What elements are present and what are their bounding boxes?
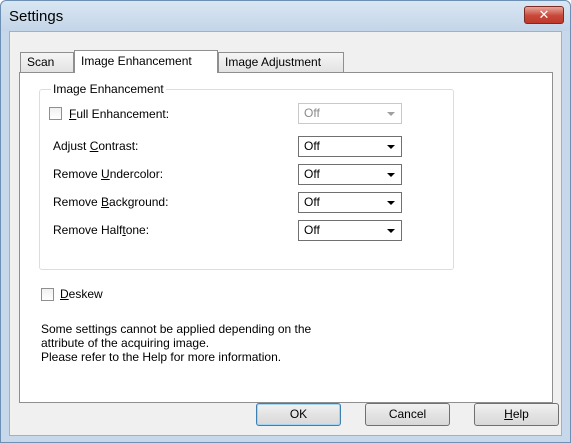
- adjust-contrast-select[interactable]: Off: [298, 136, 402, 157]
- note-line-2: attribute of the acquiring image.: [41, 336, 210, 350]
- help-button[interactable]: Help: [474, 403, 559, 426]
- group-title: Image Enhancement: [51, 82, 166, 96]
- deskew-label: Deskew: [60, 287, 103, 301]
- remove-halftone-value: Off: [304, 223, 320, 237]
- title-bar[interactable]: Settings ✕: [1, 1, 570, 31]
- full-enhancement-checkbox[interactable]: [49, 107, 62, 120]
- dialog-client-area: Scan Image Enhancement Image Adjustment …: [9, 31, 562, 436]
- tab-scan[interactable]: Scan: [20, 52, 74, 72]
- remove-background-value: Off: [304, 195, 320, 209]
- chevron-down-icon: [387, 145, 395, 149]
- chevron-down-icon: [387, 229, 395, 233]
- remove-halftone-select[interactable]: Off: [298, 220, 402, 241]
- full-enhancement-label: Full Enhancement:: [69, 107, 170, 121]
- chevron-down-icon: [387, 201, 395, 205]
- close-button[interactable]: ✕: [524, 6, 564, 24]
- remove-undercolor-label: Remove Undercolor:: [53, 167, 164, 181]
- chevron-down-icon: [387, 112, 395, 116]
- image-enhancement-group: Image Enhancement Full Enhancement: Off …: [39, 82, 454, 270]
- tab-image-enhancement[interactable]: Image Enhancement: [74, 50, 218, 73]
- full-enhancement-select[interactable]: Off: [298, 103, 402, 124]
- info-note: Some settings cannot be applied dependin…: [41, 322, 311, 364]
- adjust-contrast-value: Off: [304, 139, 320, 153]
- remove-background-label: Remove Background:: [53, 195, 169, 209]
- remove-halftone-label: Remove Halftone:: [53, 223, 150, 237]
- ok-button[interactable]: OK: [256, 403, 341, 426]
- remove-undercolor-select[interactable]: Off: [298, 164, 402, 185]
- cancel-button[interactable]: Cancel: [365, 403, 450, 426]
- tab-image-adjustment[interactable]: Image Adjustment: [218, 52, 344, 72]
- note-line-3: Please refer to the Help for more inform…: [41, 350, 282, 364]
- close-icon: ✕: [538, 7, 550, 22]
- remove-undercolor-value: Off: [304, 167, 320, 181]
- settings-dialog: Settings ✕ Scan Image Enhancement Image …: [0, 0, 571, 443]
- adjust-contrast-label: Adjust Contrast:: [53, 139, 139, 153]
- chevron-down-icon: [387, 173, 395, 177]
- full-enhancement-value: Off: [304, 106, 320, 120]
- tab-panel: Image Enhancement Full Enhancement: Off …: [19, 72, 553, 403]
- window-title: Settings: [9, 8, 64, 25]
- note-line-1: Some settings cannot be applied dependin…: [41, 322, 312, 336]
- remove-background-select[interactable]: Off: [298, 192, 402, 213]
- deskew-checkbox[interactable]: [41, 288, 54, 301]
